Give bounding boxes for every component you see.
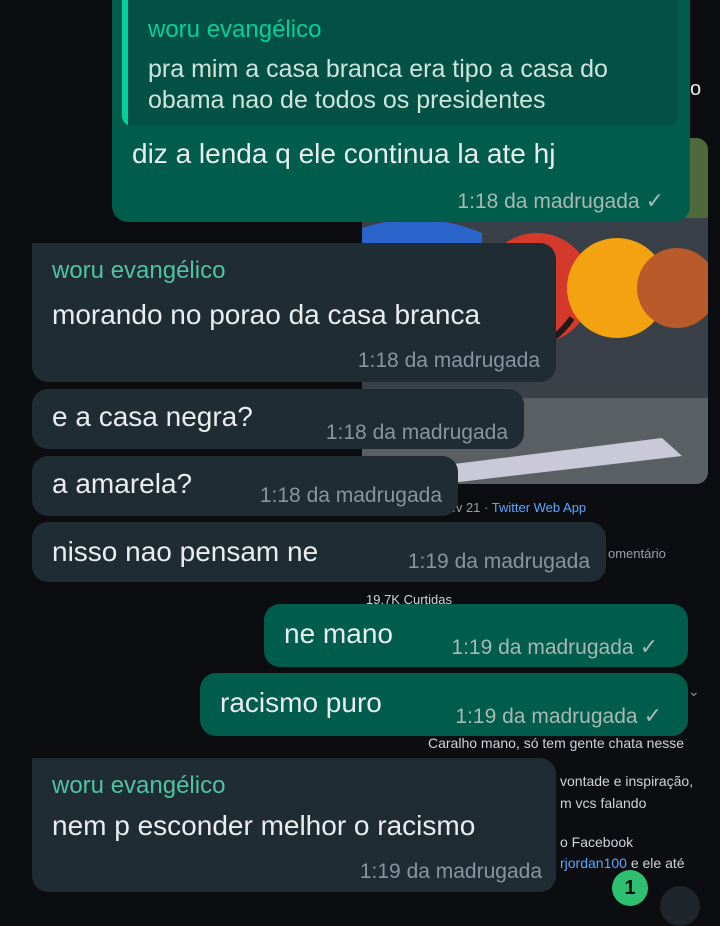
- message-bubble-incoming[interactable]: a amarela? 1:18 da madrugada: [32, 456, 458, 516]
- reply-text-3a: o Facebook: [560, 834, 634, 850]
- message-bubble-outgoing[interactable]: racismo puro 1:19 da madrugada ✓: [200, 673, 688, 736]
- message-time: 1:19 da madrugada ✓: [455, 703, 662, 728]
- message-time: 1:19 da madrugada: [407, 550, 590, 573]
- comment-label: omentário: [608, 546, 666, 561]
- sender-name[interactable]: woru evangélico: [52, 257, 225, 285]
- message-text: racismo puro: [220, 687, 382, 718]
- unread-badge[interactable]: 1: [612, 870, 648, 906]
- quoted-message[interactable]: woru evangélico pra mim a casa branca er…: [122, 0, 678, 126]
- check-icon: ✓: [645, 188, 664, 213]
- message-bubble-incoming[interactable]: woru evangélico nem p esconder melhor o …: [32, 758, 556, 892]
- reply-text-3b: rjordan100 e ele até: [560, 855, 685, 871]
- message-text: nem p esconder melhor o racismo: [52, 810, 476, 841]
- message-bubble-outgoing[interactable]: ne mano 1:19 da madrugada ✓: [264, 604, 688, 667]
- sender-name[interactable]: woru evangélico: [52, 772, 225, 800]
- message-time: 1:18 da madrugada: [357, 349, 540, 372]
- message-text: a amarela?: [52, 468, 193, 499]
- message-time: 1:19 da madrugada: [359, 860, 542, 883]
- check-icon: ✓: [639, 634, 658, 659]
- tweet-meta: fev 21 · Twitter Web App: [445, 500, 587, 515]
- message-time: 1:19 da madrugada ✓: [451, 634, 658, 659]
- message-text: morando no porao da casa branca: [52, 299, 481, 330]
- message-text: e a casa negra?: [52, 401, 253, 432]
- quoted-author: woru evangélico: [148, 16, 322, 43]
- message-text: nisso nao pensam ne: [52, 536, 319, 567]
- reply-text-1: Caralho mano, só tem gente chata nesse: [428, 735, 685, 751]
- quoted-text: pra mim a casa branca era tipo a casa do…: [148, 55, 608, 114]
- message-time: 1:18 da madrugada: [325, 421, 508, 444]
- message-time: 1:18 da madrugada: [259, 484, 442, 507]
- message-time: 1:18 da madrugada ✓: [457, 188, 664, 213]
- message-bubble-outgoing[interactable]: woru evangélico pra mim a casa branca er…: [112, 0, 690, 222]
- message-text: diz a lenda q ele continua la ate hj: [132, 138, 556, 169]
- message-bubble-incoming[interactable]: woru evangélico morando no porao da casa…: [32, 243, 556, 382]
- message-bubble-incoming[interactable]: nisso nao pensam ne 1:19 da madrugada: [32, 522, 606, 582]
- scroll-button[interactable]: [660, 886, 700, 926]
- reply-text-2b: m vcs falando: [560, 795, 647, 811]
- check-icon: ✓: [643, 703, 662, 728]
- message-bubble-incoming[interactable]: e a casa negra? 1:18 da madrugada: [32, 389, 524, 449]
- stray-char: o: [690, 78, 702, 100]
- chevron-down-icon: ⌄: [688, 683, 700, 699]
- reply-text-2a: vontade e inspiração,: [560, 773, 694, 789]
- message-text: ne mano: [284, 618, 393, 649]
